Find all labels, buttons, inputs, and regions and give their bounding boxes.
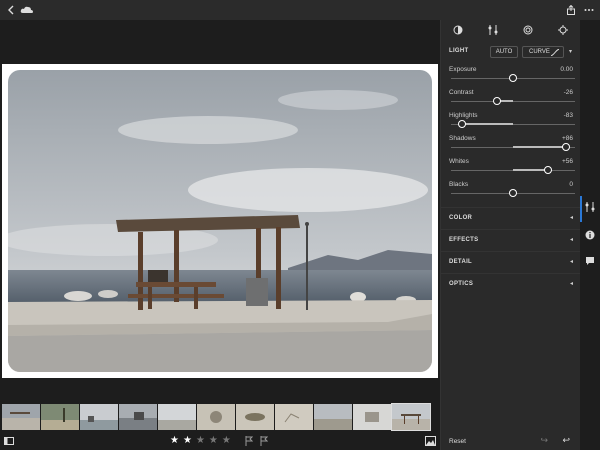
- slider-knob[interactable]: [509, 189, 517, 197]
- section-label: OPTICS: [449, 281, 474, 287]
- auto-button[interactable]: AUTO: [490, 46, 518, 58]
- chevron-left-icon: ◂: [569, 215, 573, 221]
- mask-icon[interactable]: [523, 25, 533, 38]
- chevron-left-icon: ◂: [569, 281, 573, 287]
- slider-knob[interactable]: [543, 166, 552, 174]
- light-section-header: LIGHT AUTO CURVE ▾: [441, 44, 581, 60]
- slider-value: -83: [563, 112, 573, 119]
- slider-fill: [513, 146, 567, 148]
- flag-pick-icon[interactable]: [245, 436, 254, 448]
- heal-icon[interactable]: [557, 24, 568, 38]
- presets-icon[interactable]: [453, 25, 463, 38]
- share-icon[interactable]: [564, 3, 578, 17]
- slider-label: Highlights: [449, 112, 478, 119]
- slider-value: +56: [561, 158, 573, 165]
- top-bar: [0, 0, 600, 20]
- filmstrip-thumbnail[interactable]: [41, 404, 79, 430]
- edit-panel-tabs: [441, 20, 580, 42]
- flag-reject-icon[interactable]: [260, 436, 269, 448]
- redo-icon[interactable]: ↪: [540, 435, 548, 446]
- filmstrip-thumbnail[interactable]: [314, 404, 352, 430]
- right-rail: [580, 20, 600, 450]
- slider-blacks[interactable]: Blacks 0: [441, 181, 581, 201]
- edit-panel: LIGHT AUTO CURVE ▾ Exposure 0.00 Contrast -…: [440, 20, 581, 450]
- curve-button[interactable]: CURVE: [522, 46, 564, 58]
- compare-view-icon[interactable]: [425, 436, 436, 448]
- filmstrip-thumbnail[interactable]: [197, 404, 235, 430]
- filmstrip-thumbnail[interactable]: [236, 404, 274, 430]
- slider-fill: [461, 123, 513, 125]
- slider-knob[interactable]: [457, 120, 466, 128]
- undo-icon[interactable]: ↩: [562, 435, 570, 446]
- edit-sliders-icon[interactable]: [488, 24, 498, 38]
- reset-button[interactable]: Reset: [449, 438, 466, 445]
- rail-active-indicator: [580, 196, 582, 222]
- filmstrip-thumbnail[interactable]: [353, 404, 391, 430]
- section-optics[interactable]: OPTICS ◂: [441, 273, 581, 295]
- chevron-down-icon[interactable]: ▾: [569, 48, 572, 55]
- comments-icon[interactable]: [584, 256, 596, 268]
- slider-knob[interactable]: [562, 143, 571, 151]
- slider-label: Contrast: [449, 89, 474, 96]
- slider-label: Whites: [449, 158, 469, 165]
- filmstrip: [0, 402, 440, 432]
- slider-knob[interactable]: [492, 97, 501, 105]
- slider-label: Exposure: [449, 66, 477, 73]
- star-rating[interactable]: ★ ★ ★ ★ ★: [170, 435, 231, 446]
- slider-value: -26: [563, 89, 573, 96]
- star-icon[interactable]: ★: [209, 435, 218, 446]
- filmstrip-thumbnail[interactable]: [119, 404, 157, 430]
- slider-label: Shadows: [449, 135, 476, 142]
- star-icon[interactable]: ★: [183, 435, 192, 446]
- slider-value: +86: [561, 135, 573, 142]
- slider-knob[interactable]: [509, 74, 517, 82]
- edit-mode-icon[interactable]: [584, 202, 596, 214]
- slider-highlights[interactable]: Highlights -83: [441, 112, 581, 132]
- photo-vignette-frame: [2, 64, 438, 378]
- back-icon[interactable]: [4, 3, 18, 17]
- slider-contrast[interactable]: Contrast -26: [441, 89, 581, 109]
- slider-exposure[interactable]: Exposure 0.00: [441, 66, 581, 86]
- section-detail[interactable]: DETAIL ◂: [441, 251, 581, 273]
- slider-label: Blacks: [449, 181, 469, 188]
- more-icon[interactable]: [582, 3, 596, 17]
- chevron-left-icon: ◂: [569, 237, 573, 243]
- filmstrip-thumbnail[interactable]: [80, 404, 118, 430]
- panel-toggle-icon[interactable]: [4, 436, 14, 448]
- slider-value: 0: [569, 181, 573, 188]
- section-label: EFFECTS: [449, 237, 479, 243]
- filmstrip-thumbnail-selected[interactable]: [391, 403, 431, 431]
- info-icon[interactable]: [584, 230, 596, 242]
- slider-shadows[interactable]: Shadows +86: [441, 135, 581, 155]
- slider-whites[interactable]: Whites +56: [441, 158, 581, 178]
- section-label: DETAIL: [449, 259, 473, 265]
- filmstrip-thumbnail[interactable]: [275, 404, 313, 430]
- curve-icon: [551, 49, 559, 56]
- curve-button-label: CURVE: [529, 49, 550, 55]
- star-icon[interactable]: ★: [222, 435, 231, 446]
- filmstrip-thumbnail[interactable]: [158, 404, 196, 430]
- star-icon[interactable]: ★: [170, 435, 179, 446]
- chevron-left-icon: ◂: [569, 259, 573, 265]
- light-section-label: LIGHT: [449, 48, 469, 54]
- bottom-bar: ★ ★ ★ ★ ★: [0, 432, 440, 450]
- cloud-sync-icon[interactable]: [20, 3, 34, 17]
- photo-canvas[interactable]: [0, 20, 440, 402]
- filmstrip-thumbnail[interactable]: [2, 404, 40, 430]
- slider-fill: [513, 169, 548, 171]
- section-label: COLOR: [449, 215, 473, 221]
- section-color[interactable]: COLOR ◂: [441, 207, 581, 229]
- main-photo[interactable]: [8, 70, 432, 372]
- star-icon[interactable]: ★: [196, 435, 205, 446]
- slider-value: 0.00: [560, 66, 573, 73]
- section-effects[interactable]: EFFECTS ◂: [441, 229, 581, 251]
- slider-track[interactable]: [451, 101, 575, 102]
